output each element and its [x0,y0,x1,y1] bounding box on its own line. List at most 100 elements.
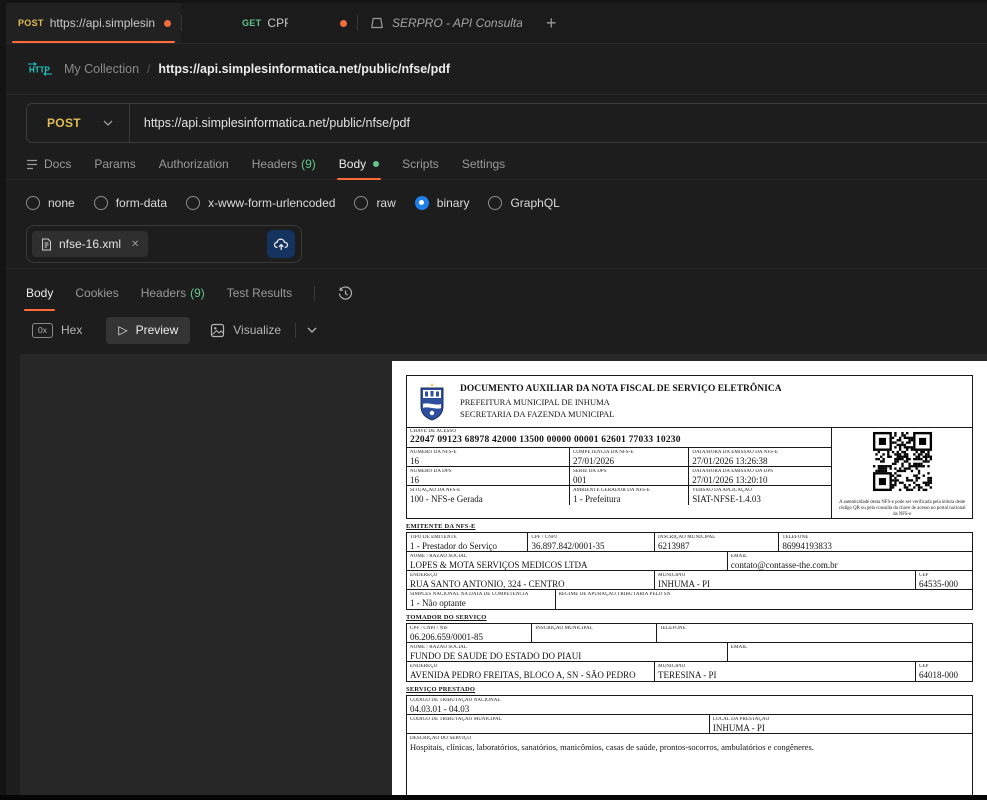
method-selector[interactable]: POST [27,116,81,130]
hex-icon[interactable]: 0x [32,322,53,338]
radio-icon[interactable] [488,195,503,210]
field-label: MUNICÍPIO [658,663,686,669]
doc-cell: TIPO DE EMITENTE 1 - Prestador do Serviço [407,533,529,551]
mode-binary[interactable]: binary [414,195,469,210]
tab-params[interactable]: Params [94,149,135,179]
field-label: TELEFONE [659,625,686,631]
tab-scripts-label: Scripts [402,157,439,171]
doc-cell: SIMPLES NACIONAL NA DATA DE COMPETÊNCIA 1… [407,590,556,609]
tab-authorization[interactable]: Authorization [159,149,229,179]
doc-row: CÓDIGO DE TRIBUTAÇÃO MUNICIPAL LOCAL DA P… [407,715,972,734]
upload-file-button[interactable] [267,230,295,258]
field-label: NÚMERO DA DPS [410,468,452,474]
response-tab-cookies[interactable]: Cookies [75,276,118,310]
field-label: CÓDIGO DE TRIBUTAÇÃO MUNICIPAL [410,716,502,722]
response-tab-test-results[interactable]: Test Results [227,276,292,310]
field-label: DATA/HORA DA EMISSÃO DA DPS [692,468,774,474]
hex-view-button[interactable]: Hex [61,323,82,337]
doc-row: ENDEREÇO RUA SANTO ANTONIO, 324 - CENTRO M… [407,571,972,590]
doc-cell: LOCAL DA PRESTAÇÃO INHUMA - PI [710,715,972,733]
field-label: COMPETÊNCIA DA NFS-E [572,449,634,455]
docs-icon [27,159,37,169]
unsaved-dot-icon [164,19,171,27]
doc-key-fields: CHAVE DE ACESSO 22047 09123 68978 42000 … [407,428,833,518]
mode-graphql[interactable]: GraphQL [488,195,560,210]
response-tab-body[interactable]: Body [23,276,56,311]
field-value: SIAT-NFSE-1.4.03 [692,493,761,504]
tab-docs[interactable]: Docs [26,149,71,179]
doc-cell: SÉRIE DA DPS 001 [570,467,690,485]
response-preview-pane[interactable]: DOCUMENTO AUXILIAR DA NOTA FISCAL DE SER… [20,354,987,795]
image-icon [211,323,225,337]
tab-scripts[interactable]: Scripts [402,149,439,179]
field-value: contato@contasse-the.com.br [730,559,838,570]
field-label: CEP [919,663,929,669]
doc-cell: CEP 64018-000 [916,662,972,681]
svg-text:HTTP: HTTP [29,66,51,75]
field-label: SÉRIE DA DPS [572,468,607,474]
doc-cell: TELEFONE 86994193833 [779,533,972,551]
breadcrumb-request-name[interactable]: https://api.simplesinformatica.net/publi… [158,62,450,76]
response-history-icon[interactable] [337,285,354,302]
tab-headers[interactable]: Headers (9) [252,149,316,179]
doc-row: CPF / CNPJ / NIF 06.206.659/0001-85 INSCRI… [407,624,972,643]
toolbar-divider [295,322,297,338]
tab-label: Headers [140,286,187,300]
doc-cell: ENDEREÇO AVENIDA PEDRO FREITAS, BLOCO A, … [407,662,656,681]
tab-serpro-collection[interactable]: SERPRO - API Consulta ( [358,3,532,43]
visualize-view-button[interactable]: Visualize [210,323,281,338]
tab-post-request[interactable]: POST https://api.simplesinfor [6,3,181,43]
tab-settings[interactable]: Settings [462,149,505,179]
field-label: DATA/HORA DA EMISSÃO DA NFS-E [692,449,779,455]
response-view-toolbar: 0x Hex ▷ Preview Visualize [6,312,987,348]
doc-cell: ENDEREÇO RUA SANTO ANTONIO, 324 - CENTRO [407,571,656,589]
doc-cell: NÚMERO DA NFS-E 16 [407,448,570,466]
field-value: 001 [572,474,587,485]
field-label: MUNICÍPIO [658,572,686,578]
field-value: 1 - Não optante [410,597,466,608]
field-value: 27/01/2026 13:20:10 [692,474,768,485]
doc-row: TIPO DE EMITENTE 1 - Prestador do Serviço… [407,533,972,552]
field-label: CHAVE DE ACESSO [410,429,457,434]
doc-cell: MUNICÍPIO TERESINA - PI [655,662,917,681]
field-label: TIPO DE EMITENTE [410,534,457,540]
response-tab-headers[interactable]: Headers (9) [141,276,205,310]
tab-get-request[interactable]: GET CPF [182,3,357,43]
mode-none[interactable]: none [26,195,75,210]
preview-view-button[interactable]: ▷ Preview [106,316,191,344]
breadcrumb-collection[interactable]: My Collection [64,62,139,76]
field-label: LOCAL DA PRESTAÇÃO [712,716,770,722]
mode-x-www-form-urlencoded[interactable]: x-www-form-urlencoded [186,195,335,210]
file-chip[interactable]: nfse-16.xml ✕ [32,231,149,257]
tab-body[interactable]: Body [336,149,382,180]
radio-icon[interactable] [93,195,108,210]
field-value: 27/01/2026 13:26:38 [692,455,768,466]
doc-info-rows: NÚMERO DA NFS-E 16 COMPETÊNCIA DA NFS-E 27/… [407,448,832,505]
doc-cell: AMBIENTE GERADOR DA NFS-E 1 - Prefeitura [570,486,690,505]
url-bar: POST https://api.simplesinformatica.net/… [26,103,987,143]
remove-file-icon[interactable]: ✕ [131,239,139,250]
new-tab-button[interactable]: + [532,3,571,43]
mode-raw[interactable]: raw [354,195,396,210]
breadcrumb: HTTP My Collection / https://api.simples… [6,44,987,95]
field-value: 1 - Prestador do Serviço [410,540,497,551]
radio-icon[interactable] [186,195,201,210]
chevron-down-icon[interactable] [307,327,317,333]
radio-icon[interactable] [26,195,40,210]
tab-label: Body [26,286,54,300]
doc-cell: NOME / RAZÃO SOCIAL LOPES & MOTA SERVIÇOS… [407,552,728,570]
chevron-down-icon[interactable] [103,120,113,126]
field-value: 6213987 [658,540,690,551]
url-input[interactable]: https://api.simplesinformatica.net/publi… [130,116,410,130]
field-value: FUNDO DE SAUDE DO ESTADO DO PIAUI [410,650,582,661]
nfse-document: DOCUMENTO AUXILIAR DA NOTA FISCAL DE SER… [406,375,973,795]
mode-form-data[interactable]: form-data [93,195,167,210]
cloud-upload-icon [273,238,288,250]
tabs-divider [314,285,316,301]
doc-row: SITUAÇÃO DA NFS-E 100 - NFS-e Gerada AMBIE… [407,486,831,505]
field-label: VERSÃO DA APLICAÇÃO [692,487,752,493]
radio-icon[interactable] [354,195,369,210]
doc-cell: CÓDIGO DE TRIBUTAÇÃO NACIONAL 04.03.01 - … [407,696,972,714]
radio-selected-icon[interactable] [414,195,429,210]
doc-row: SIMPLES NACIONAL NA DATA DE COMPETÊNCIA 1… [407,590,972,609]
